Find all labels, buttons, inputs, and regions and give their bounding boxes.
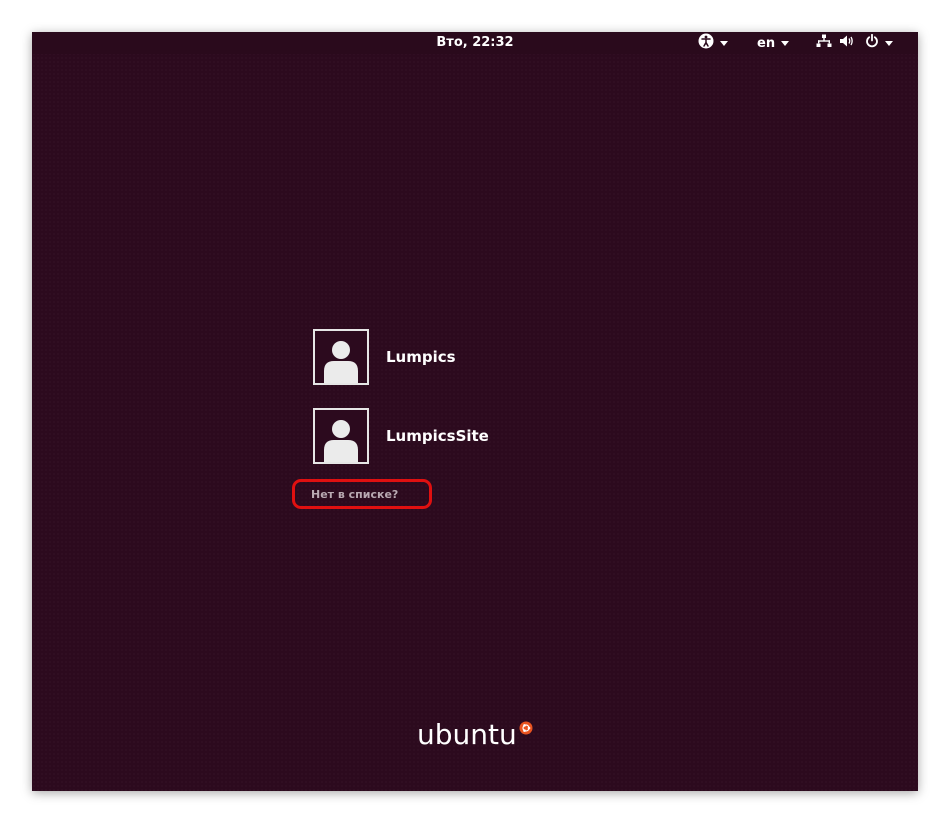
system-menu[interactable] bbox=[816, 33, 893, 52]
language-label: en bbox=[757, 35, 776, 51]
not-listed-label: Нет в списке? bbox=[311, 488, 399, 501]
avatar bbox=[313, 408, 369, 464]
user-name: LumpicsSite bbox=[386, 427, 489, 445]
not-listed-link[interactable]: Нет в списке? bbox=[292, 479, 432, 509]
accessibility-icon bbox=[698, 33, 714, 53]
user-name: Lumpics bbox=[386, 348, 456, 366]
top-panel: Вто, 22:32 en bbox=[32, 32, 918, 54]
circle-of-friends-icon bbox=[519, 720, 533, 739]
user-silhouette-icon bbox=[324, 341, 358, 383]
chevron-down-icon bbox=[885, 40, 893, 46]
network-icon bbox=[816, 34, 832, 52]
power-icon bbox=[865, 33, 879, 52]
login-screen: Вто, 22:32 en Lumpics LumpicsSite Нет в … bbox=[32, 32, 918, 791]
language-menu[interactable]: en bbox=[757, 34, 790, 52]
ubuntu-logo: ubuntu bbox=[417, 718, 533, 751]
chevron-down-icon bbox=[720, 40, 728, 46]
user-entry-lumpics[interactable]: Lumpics bbox=[313, 329, 456, 385]
user-entry-lumpicssite[interactable]: LumpicsSite bbox=[313, 408, 489, 464]
volume-icon bbox=[839, 34, 854, 52]
chevron-down-icon bbox=[781, 40, 790, 46]
logo-text: ubuntu bbox=[417, 718, 517, 751]
accessibility-menu[interactable] bbox=[698, 33, 728, 53]
user-silhouette-icon bbox=[324, 420, 358, 462]
avatar bbox=[313, 329, 369, 385]
